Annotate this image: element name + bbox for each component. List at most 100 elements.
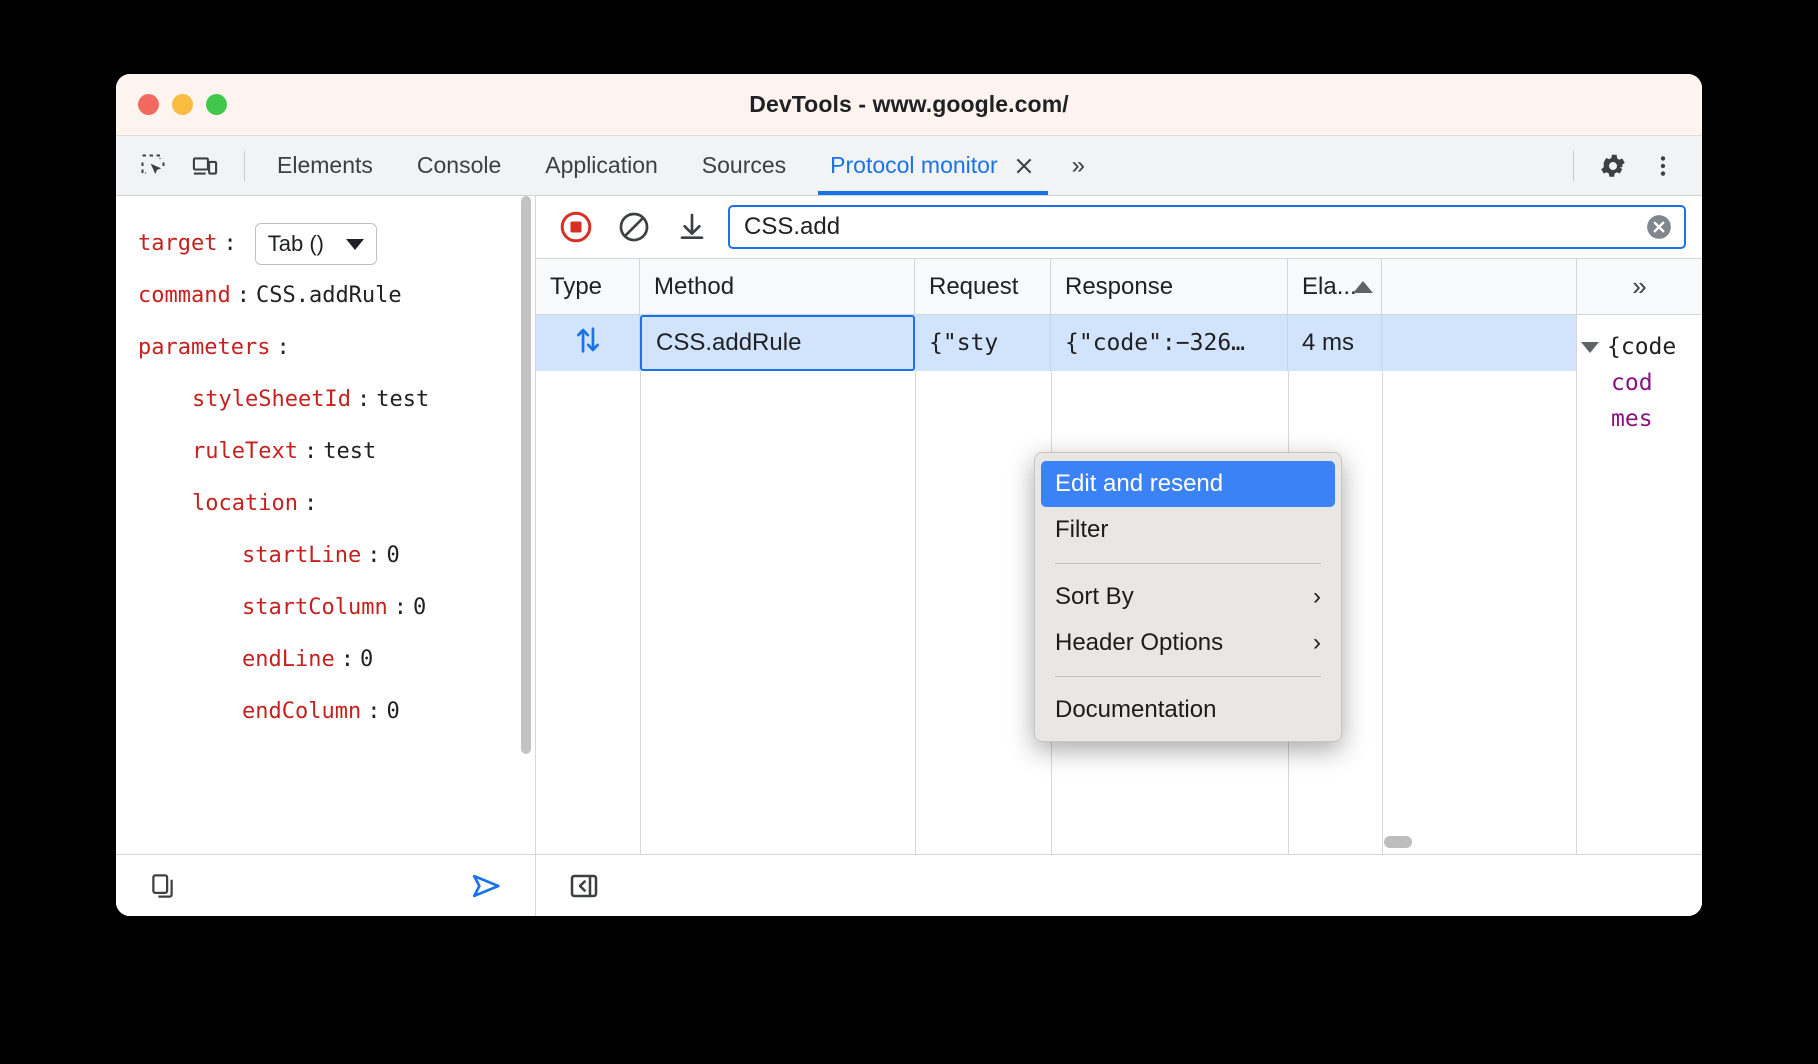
cell-request-label: {"sty [929,330,998,356]
column-header-label: Ela... [1302,273,1357,301]
context-menu-item-filter[interactable]: Filter [1035,507,1341,553]
sidebar-toggle-icon[interactable] [562,864,606,908]
context-menu-item-label: Header Options [1055,629,1223,657]
colon: : [270,322,295,374]
chevron-down-icon [346,239,364,250]
devtools-tabbar: Elements Console Application Sources Pro… [116,136,1702,196]
gear-icon[interactable] [1590,145,1636,187]
command-editor-pane: target: Tab () command: CSS.addRule para… [116,196,536,916]
tab-protocol-monitor[interactable]: Protocol monitor [808,136,1057,195]
param-row[interactable]: ruleText: test [138,426,535,478]
cell-method[interactable]: CSS.addRule [640,315,915,371]
command-row[interactable]: command: CSS.addRule [138,270,535,322]
chevron-right-icon: › [1313,585,1321,609]
tab-application[interactable]: Application [523,136,680,195]
request-response-arrows-icon [571,323,605,364]
param-row[interactable]: startColumn: 0 [138,582,535,634]
cell-response[interactable]: {"code":−326… [1051,315,1288,371]
send-icon[interactable] [465,864,509,908]
tab-sources[interactable]: Sources [680,136,808,195]
param-row[interactable]: endColumn: 0 [138,686,535,738]
target-select[interactable]: Tab () [255,223,377,265]
protocol-monitor-footer [536,854,1702,916]
tab-label: Sources [702,152,786,179]
param-row[interactable]: location: [138,478,535,530]
context-menu-item-header-options[interactable]: Header Options › [1035,620,1341,666]
colon: : [298,478,323,530]
protocol-monitor-toolbar: CSS.add [536,196,1702,258]
screen-root: DevTools - www.google.com/ [0,0,1818,1064]
device-toolbar-icon[interactable] [182,145,228,187]
tab-label: Application [545,152,658,179]
context-menu-item-label: Filter [1055,516,1108,544]
context-menu-item-edit-and-resend[interactable]: Edit and resend [1041,461,1335,507]
editor-scrollbar[interactable] [521,196,531,916]
param-key: ruleText [192,426,298,478]
json-line: cod [1577,365,1702,401]
table-horizontal-scrollbar[interactable] [536,836,1576,848]
table-scrollbar-thumb[interactable] [1384,836,1412,848]
column-header-request[interactable]: Request [915,259,1051,314]
column-header-method[interactable]: Method [640,259,915,314]
cell-request[interactable]: {"sty [915,315,1051,371]
context-menu-item-label: Edit and resend [1055,470,1223,498]
record-stop-icon[interactable] [554,205,598,249]
devtools-body: target: Tab () command: CSS.addRule para… [116,196,1702,916]
tab-label: Console [417,152,501,179]
json-line: mes [1577,401,1702,437]
table-row[interactable]: CSS.addRule {"sty {"code":−326… 4 ms [536,315,1576,371]
close-icon[interactable] [1012,154,1036,178]
column-divider [640,371,641,854]
cell-type [536,315,640,371]
window-titlebar: DevTools - www.google.com/ [116,74,1702,136]
maximize-window-button[interactable] [206,94,227,115]
copy-icon[interactable] [142,864,186,908]
tabbar-divider [244,151,245,181]
param-key: styleSheetId [192,374,351,426]
chevron-right-icon: › [1313,631,1321,655]
filter-input[interactable]: CSS.add [728,205,1686,249]
cell-elapsed[interactable]: 4 ms [1288,315,1382,371]
json-line[interactable]: {code [1577,329,1702,365]
clear-input-icon[interactable] [1644,212,1674,242]
param-row[interactable]: startLine: 0 [138,530,535,582]
param-row[interactable]: styleSheetId: test [138,374,535,426]
colon: : [351,374,376,426]
param-value: 0 [386,686,399,738]
context-menu-item-documentation[interactable]: Documentation [1035,687,1341,733]
param-key: endLine [242,634,335,686]
editor-scrollbar-thumb[interactable] [521,196,531,754]
context-menu: Edit and resend Filter Sort By › Header … [1034,452,1342,742]
context-menu-separator [1055,676,1321,677]
minimize-window-button[interactable] [172,94,193,115]
devtools-window: DevTools - www.google.com/ [116,74,1702,916]
close-window-button[interactable] [138,94,159,115]
column-header-type[interactable]: Type [536,259,640,314]
response-json-preview: {code cod mes [1577,315,1702,854]
tab-console[interactable]: Console [395,136,523,195]
cell-elapsed-label: 4 ms [1302,329,1354,357]
context-menu-item-sort-by[interactable]: Sort By › [1035,574,1341,620]
clear-icon[interactable] [612,205,656,249]
context-menu-separator [1055,563,1321,564]
column-header-response[interactable]: Response [1051,259,1288,314]
param-key: startLine [242,530,361,582]
colon: : [298,426,323,478]
expand-triangle-icon[interactable] [1581,342,1599,353]
more-columns-icon[interactable]: » [1577,259,1702,315]
colon: : [361,686,386,738]
column-header-elapsed[interactable]: Ela... [1288,259,1382,314]
more-tabs-icon[interactable]: » [1066,136,1091,195]
download-icon[interactable] [670,205,714,249]
param-row[interactable]: endLine: 0 [138,634,535,686]
tabbar-divider-right [1573,151,1574,181]
command-value: CSS.addRule [256,270,402,322]
kebab-menu-icon[interactable] [1640,145,1686,187]
filter-input-value: CSS.add [744,213,1644,241]
response-preview-panel: » {code cod mes [1576,259,1702,854]
tab-elements[interactable]: Elements [255,136,395,195]
inspect-element-icon[interactable] [130,145,176,187]
target-row: target: Tab () [138,218,535,270]
cell-method-label: CSS.addRule [656,329,801,357]
command-key: command [138,270,231,322]
